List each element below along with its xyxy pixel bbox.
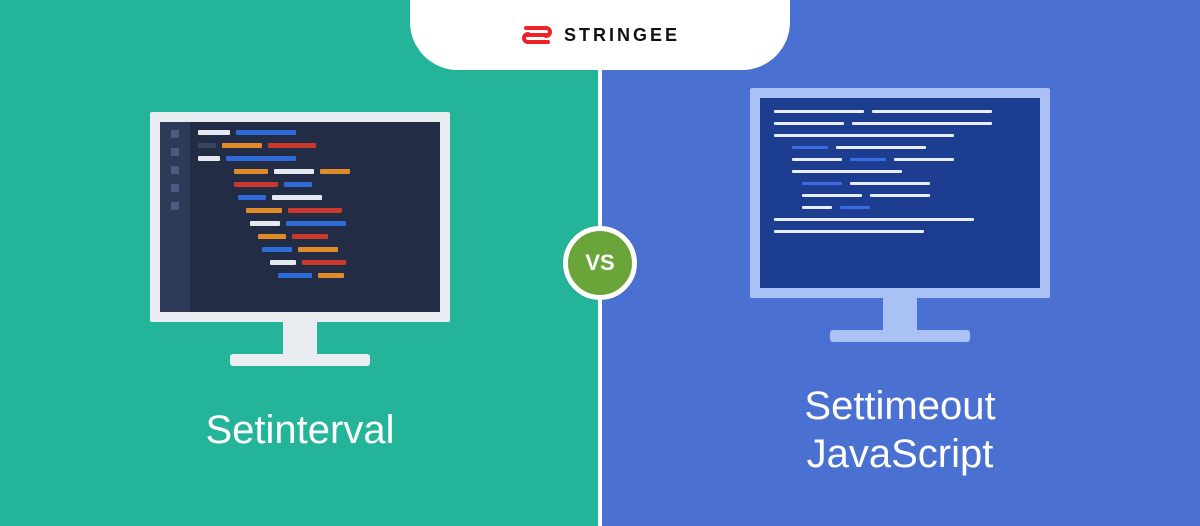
brand-notch: STRINGEE xyxy=(410,0,790,70)
monitor-base xyxy=(830,330,970,342)
comparison-banner: Setinterval xyxy=(0,0,1200,526)
stringee-logo-icon xyxy=(520,18,554,52)
vs-label: VS xyxy=(585,250,614,276)
panel-setinterval: Setinterval xyxy=(0,0,600,526)
sidebar-dot-icon xyxy=(171,130,179,138)
monitor-neck xyxy=(883,298,917,330)
monitor-base xyxy=(230,354,370,366)
code-illustration-right xyxy=(774,110,1026,242)
code-illustration-left xyxy=(198,130,434,286)
sidebar-dot-icon xyxy=(171,148,179,156)
screen-right xyxy=(750,88,1050,298)
monitor-left xyxy=(150,112,450,366)
sidebar-dot-icon xyxy=(171,166,179,174)
caption-left: Setinterval xyxy=(206,406,395,454)
sidebar-dot-icon xyxy=(171,184,179,192)
vs-badge: VS xyxy=(563,226,637,300)
sidebar-dot-icon xyxy=(171,202,179,210)
screen-left xyxy=(150,112,450,322)
caption-right: Settimeout JavaScript xyxy=(804,382,995,478)
brand-logo: STRINGEE xyxy=(520,18,680,52)
monitor-right xyxy=(750,88,1050,342)
monitor-neck xyxy=(283,322,317,354)
brand-name: STRINGEE xyxy=(564,25,680,46)
panel-settimeout: Settimeout JavaScript xyxy=(600,0,1200,526)
editor-sidebar xyxy=(160,122,190,312)
